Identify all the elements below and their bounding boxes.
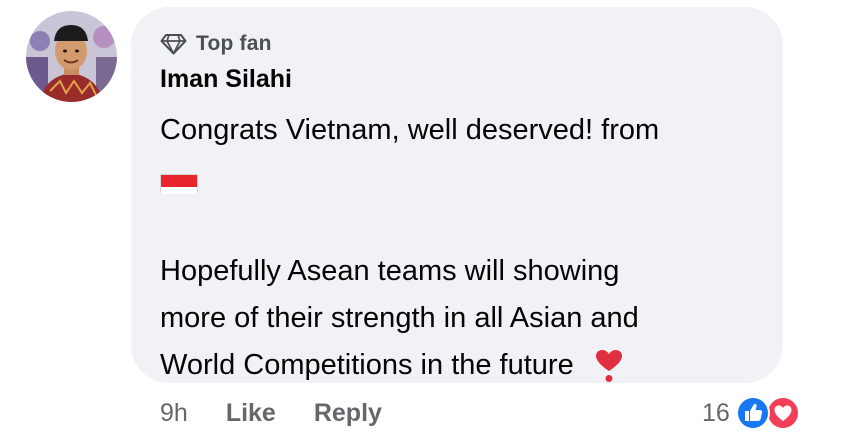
indonesia-flag-icon — [160, 168, 198, 195]
comment-bubble: Top fan Iman Silahi Congrats Vietnam, we… — [131, 7, 783, 383]
reaction-icons — [735, 395, 811, 431]
comment-line-blank — [160, 201, 770, 248]
timestamp[interactable]: 9h — [160, 399, 188, 428]
comment-line: more of their strength in all Asian and — [160, 302, 639, 334]
comment-line: Congrats Vietnam, well deserved! from — [160, 114, 660, 146]
comment-line-last: World Competitions in the future — [160, 342, 770, 389]
top-fan-badge: Top fan — [160, 31, 272, 57]
heart-exclamation-icon — [594, 349, 624, 383]
comment-text: Congrats Vietnam, well deserved! from Ho… — [160, 107, 770, 389]
reaction-count: 16 — [702, 398, 730, 427]
comment-line: Hopefully Asean teams will showing — [160, 255, 620, 287]
like-button[interactable]: Like — [226, 399, 276, 428]
comment-actions: 9h Like Reply — [160, 393, 420, 433]
author-name[interactable]: Iman Silahi — [160, 65, 292, 94]
diamond-icon — [160, 34, 187, 55]
reply-button[interactable]: Reply — [314, 399, 382, 428]
comment-line-text: World Competitions in the future — [160, 349, 574, 381]
comment-line-flag — [160, 154, 770, 201]
reaction-summary[interactable]: 16 — [702, 393, 811, 433]
like-reaction-icon — [735, 396, 770, 430]
badge-label: Top fan — [196, 32, 272, 55]
comment-screen: Top fan Iman Silahi Congrats Vietnam, we… — [0, 0, 842, 436]
avatar[interactable] — [26, 11, 117, 102]
